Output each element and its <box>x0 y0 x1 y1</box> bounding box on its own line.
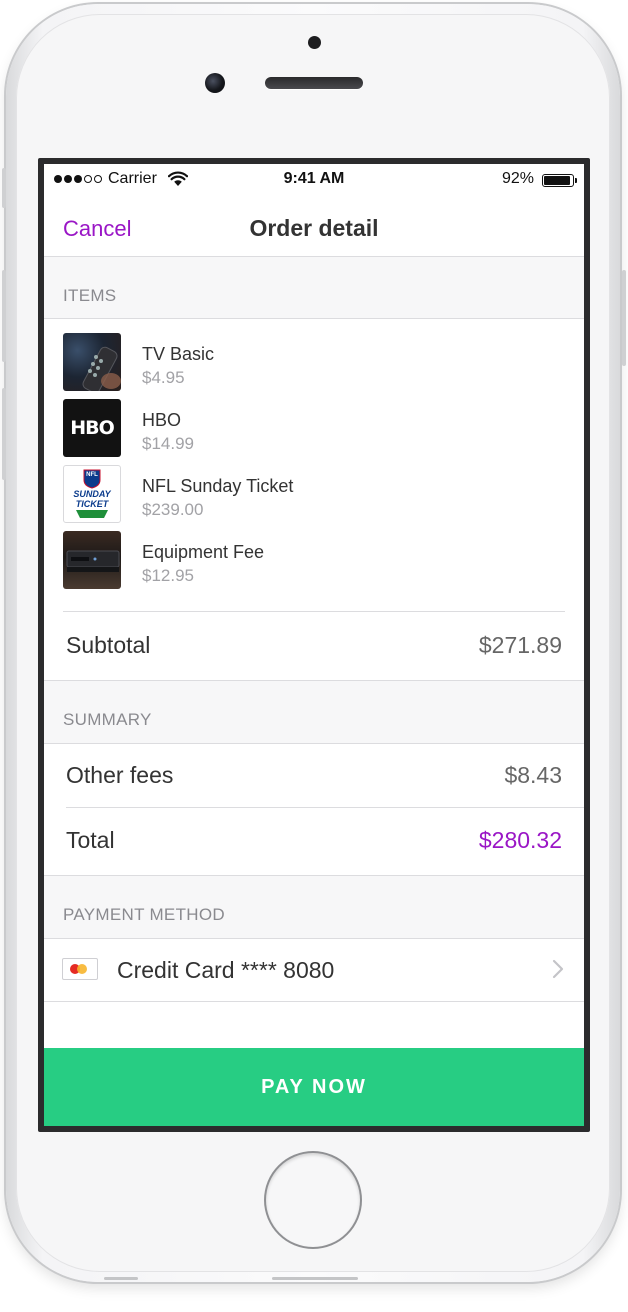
other-fees-label: Other fees <box>66 762 174 788</box>
pay-now-button[interactable]: PAY NOW <box>44 1048 584 1126</box>
payment-method-row[interactable]: Credit Card **** 8080 <box>44 939 584 1002</box>
items-section-header: ITEMS <box>44 257 584 319</box>
ticket-text: TICKET <box>75 499 109 509</box>
proximity-sensor <box>308 36 321 49</box>
subtotal-label: Subtotal <box>66 632 151 658</box>
item-price: $239.00 <box>142 500 204 519</box>
mastercard-icon <box>62 958 98 980</box>
home-button[interactable] <box>266 1153 360 1247</box>
chevron-right-icon <box>552 959 564 979</box>
nfl-sunday-ticket-logo: NFL SUNDAY TICKET <box>63 465 121 523</box>
payment-section-header: PAYMENT METHOD <box>44 875 584 939</box>
bottom-edge-slot <box>104 1277 138 1280</box>
items-header-label: ITEMS <box>63 286 117 305</box>
hbo-logo: HBO <box>63 399 121 457</box>
list-item[interactable]: NFL SUNDAY TICKET NFL Sunday Ticket $239… <box>44 465 584 523</box>
bottom-edge-slot <box>272 1277 358 1280</box>
subtotal-value: $271.89 <box>478 632 562 658</box>
power-button <box>622 270 626 366</box>
hbo-logo-text: HBO <box>70 417 115 439</box>
battery-nub <box>575 178 577 183</box>
subtotal-row: Subtotal $271.89 <box>44 612 584 680</box>
list-item[interactable]: HBO HBO $14.99 <box>44 399 584 457</box>
status-bar: Carrier 9:41 AM 92% <box>44 164 584 196</box>
volume-down-button <box>2 388 6 480</box>
silent-switch <box>2 168 6 208</box>
app-screen: Carrier 9:41 AM 92% Cancel Order detail … <box>44 164 584 1126</box>
item-price: $14.99 <box>142 434 194 453</box>
sunday-text: SUNDAY <box>73 489 111 499</box>
battery-icon <box>542 174 577 187</box>
remote-icon <box>82 346 121 391</box>
item-name: TV Basic <box>142 344 215 364</box>
navigation-bar: Cancel Order detail <box>44 196 584 257</box>
item-name: NFL Sunday Ticket <box>142 476 294 496</box>
earpiece-speaker <box>265 77 363 89</box>
item-price: $4.95 <box>142 368 185 387</box>
total-label: Total <box>66 827 115 853</box>
screen-bezel: Carrier 9:41 AM 92% Cancel Order detail … <box>38 158 590 1132</box>
page-title: Order detail <box>249 215 379 241</box>
battery-fill <box>544 176 570 185</box>
set-top-box-icon <box>66 550 120 572</box>
list-item[interactable]: TV Basic $4.95 <box>44 333 584 391</box>
item-name: HBO <box>142 410 182 430</box>
nfl-shield-text: NFL <box>86 472 98 478</box>
tv-remote-thumbnail <box>63 333 121 391</box>
payment-method-label: Credit Card **** 8080 <box>117 957 335 983</box>
volume-up-button <box>2 270 6 362</box>
mastercard-yellow-circle <box>77 964 87 974</box>
other-fees-row: Other fees $8.43 <box>44 744 584 807</box>
total-value: $280.32 <box>478 827 562 853</box>
front-camera <box>205 73 225 93</box>
total-row: Total $280.32 <box>44 808 584 875</box>
list-item[interactable]: Equipment Fee $12.95 <box>44 531 584 589</box>
other-fees-value: $8.43 <box>504 762 562 788</box>
item-name: Equipment Fee <box>142 542 265 562</box>
battery-percentage: 92% <box>501 170 534 187</box>
payment-header-label: PAYMENT METHOD <box>63 905 225 924</box>
summary-header-label: SUMMARY <box>63 710 152 729</box>
set-top-box-thumbnail <box>63 531 121 589</box>
item-price: $12.95 <box>142 566 194 585</box>
summary-section-header: SUMMARY <box>44 680 584 744</box>
